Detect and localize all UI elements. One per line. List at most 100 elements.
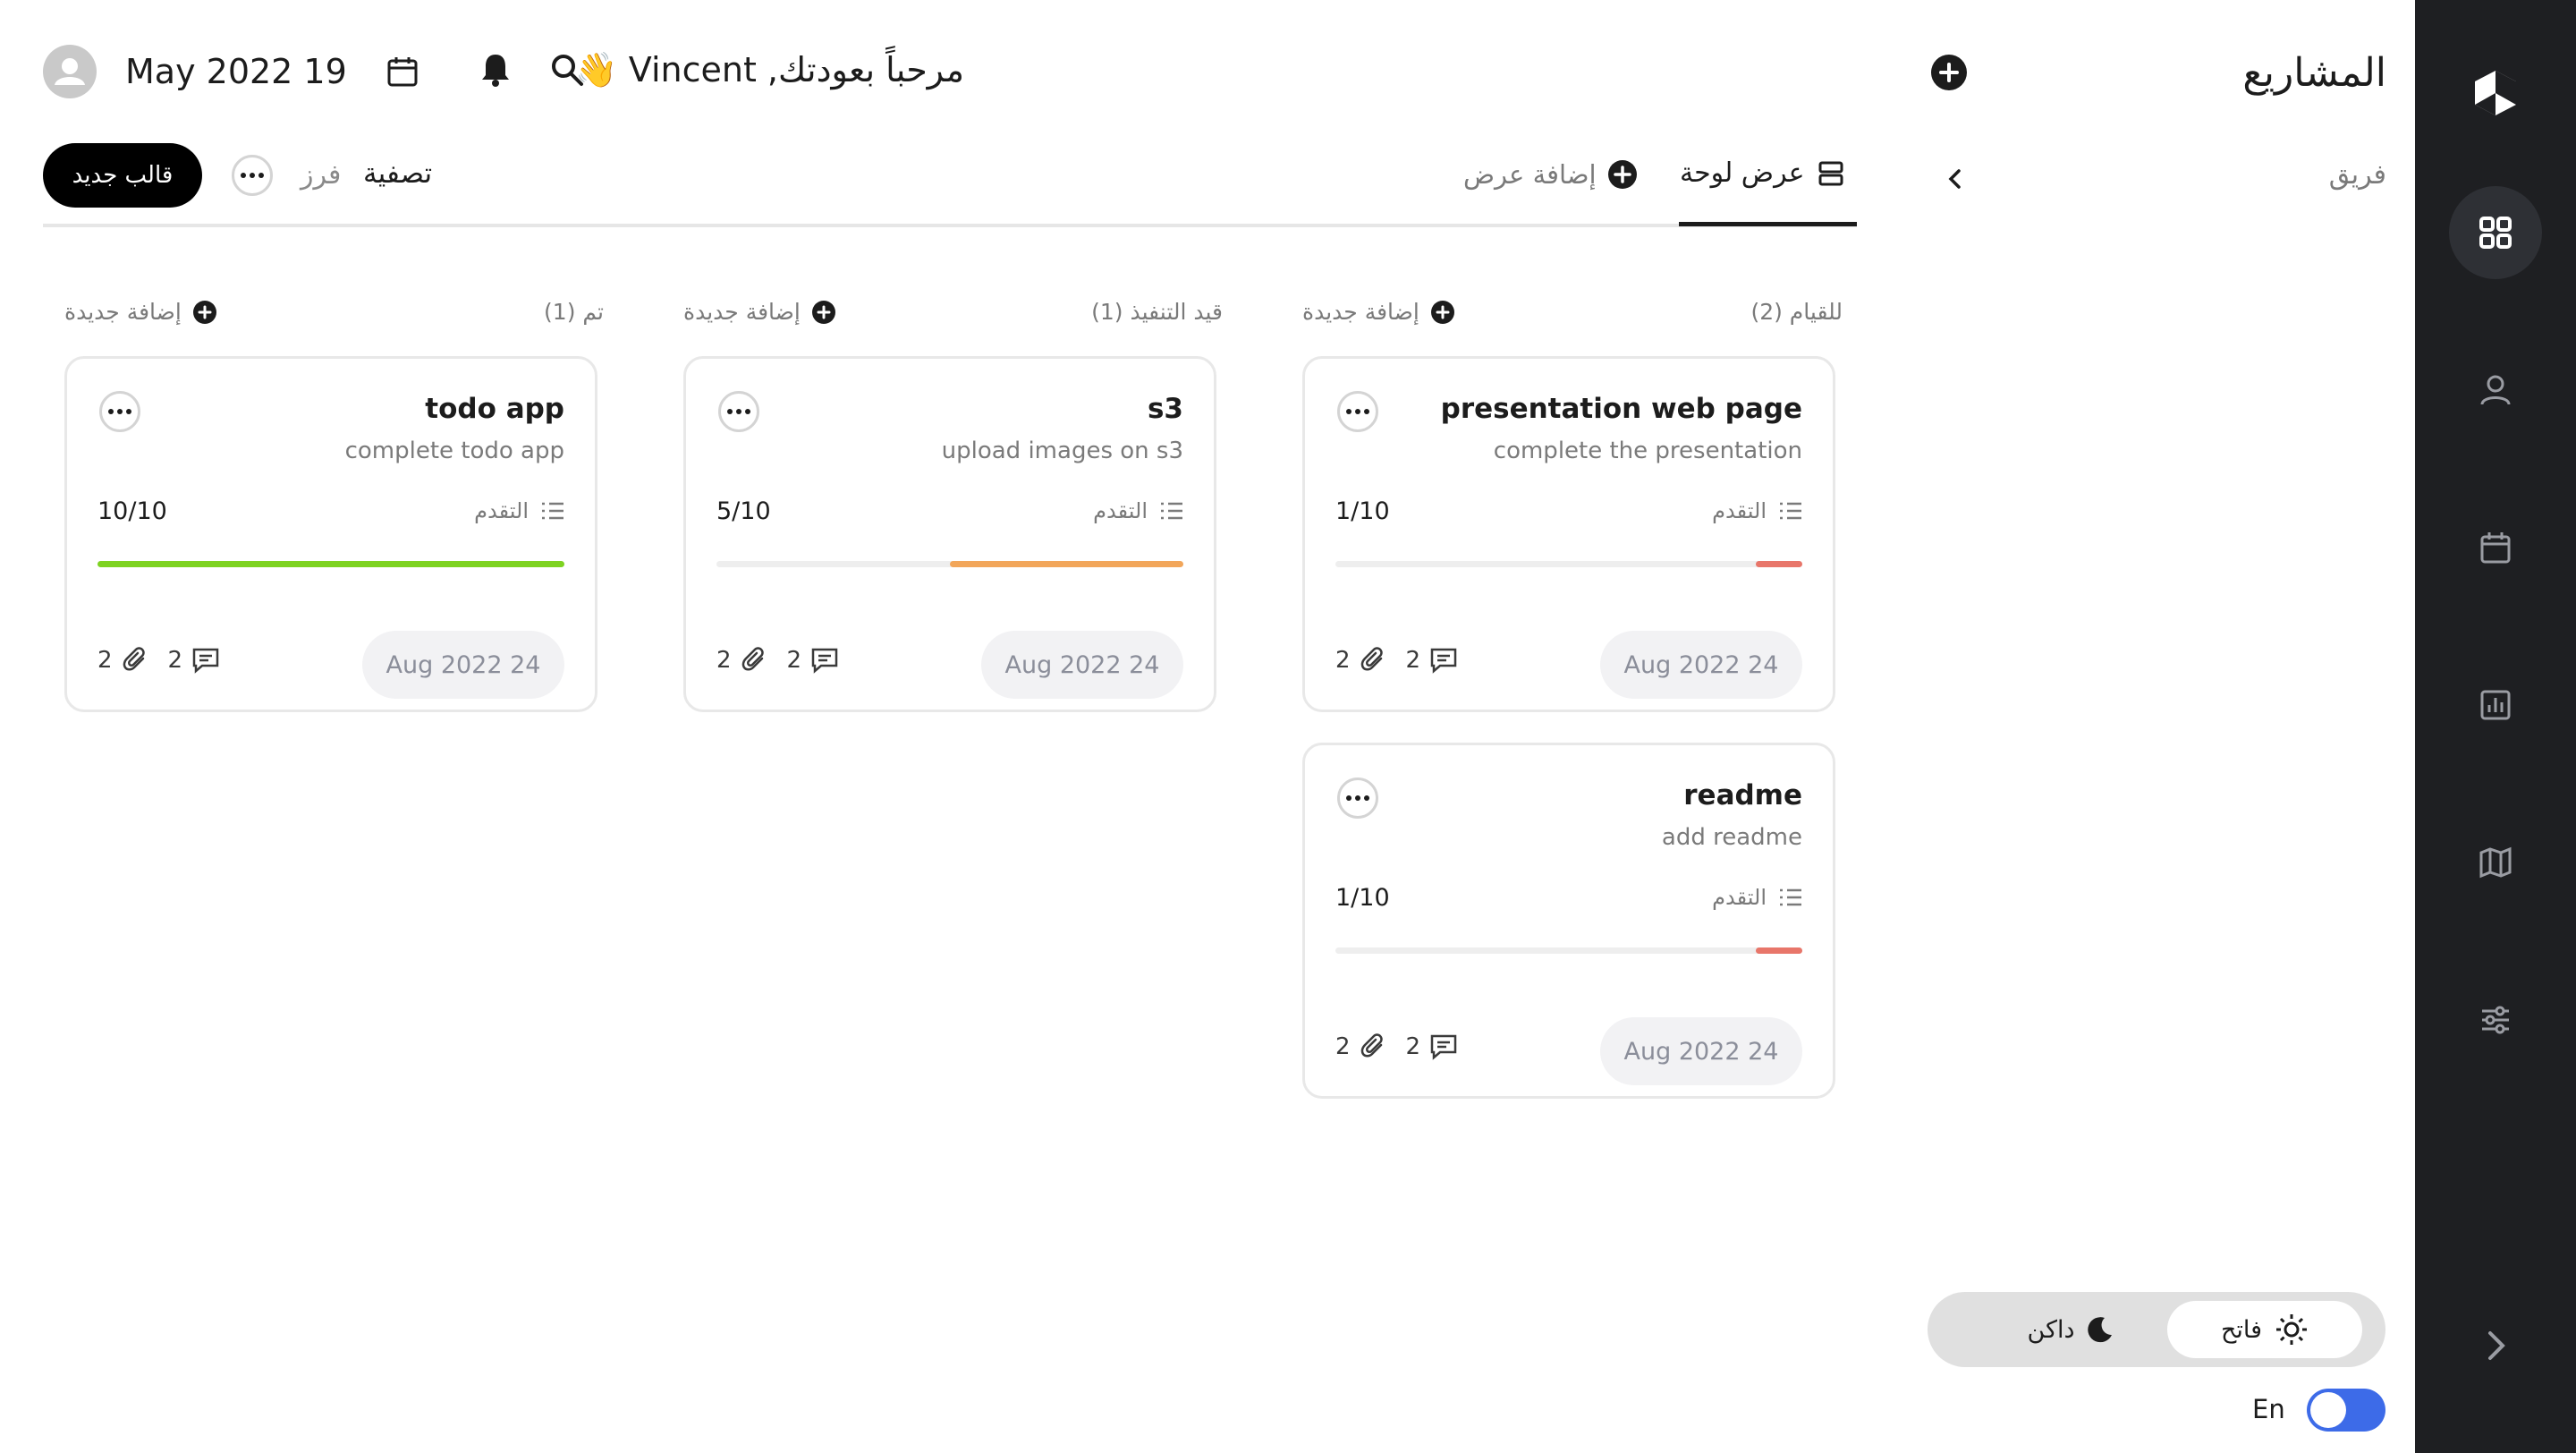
attachments-count[interactable]: 2 (716, 647, 767, 674)
new-template-button[interactable]: قالب جديد (43, 143, 202, 208)
add-view-button[interactable]: إضافة عرض (1463, 159, 1638, 190)
rail-dashboard-icon[interactable] (2449, 186, 2542, 279)
list-icon (1779, 501, 1802, 521)
attachments-count-value: 2 (716, 647, 732, 674)
column-add-new-label: إضافة جديدة (1302, 299, 1419, 325)
card-description: complete the presentation (1493, 438, 1802, 464)
add-view-label: إضافة عرض (1463, 159, 1597, 190)
card-title: readme (1683, 779, 1802, 811)
card-more-options-button[interactable] (718, 391, 759, 432)
tab-board-view[interactable]: عرض لوحة (1680, 157, 1844, 189)
column-add-new-button[interactable]: إضافة جديدة (1302, 299, 1455, 325)
rail-calendar-icon[interactable] (2449, 501, 2542, 594)
card-more-options-button[interactable] (99, 391, 140, 432)
comments-count[interactable]: 2 (1406, 647, 1459, 674)
progress-value: 1/10 (1335, 497, 1390, 525)
comments-count[interactable]: 2 (787, 647, 840, 674)
comments-count-value: 2 (786, 647, 802, 674)
comments-count[interactable]: 2 (1406, 1033, 1459, 1060)
progress-fill (1756, 947, 1802, 954)
progress-fill (950, 561, 1183, 567)
theme-light-option[interactable]: فاتح (2167, 1301, 2362, 1358)
comment-icon (191, 647, 220, 674)
progress-label: التقدم (1093, 498, 1148, 523)
card-description: add readme (1661, 824, 1802, 851)
active-tab-underline (1679, 222, 1857, 226)
card-more-options-button[interactable] (1337, 777, 1378, 819)
tab-board-view-label: عرض لوحة (1680, 157, 1805, 189)
comments-count-value: 2 (1405, 1033, 1421, 1060)
theme-light-label: فاتح (2220, 1315, 2263, 1344)
attachments-count[interactable]: 2 (1335, 1033, 1386, 1060)
current-date: May 2022 19 (125, 52, 347, 91)
navigation-rail (2415, 0, 2576, 1453)
app-logo[interactable] (2449, 47, 2542, 140)
due-date-badge: Aug 2022 24 (1600, 1017, 1802, 1085)
comment-icon (1429, 1033, 1458, 1060)
column-add-new-label: إضافة جديدة (683, 299, 801, 325)
notification-bell-icon[interactable] (476, 50, 515, 89)
card-more-options-button[interactable] (1337, 391, 1378, 432)
rail-map-icon[interactable] (2449, 816, 2542, 909)
paperclip-icon (741, 647, 767, 674)
language-toggle[interactable] (2307, 1389, 2385, 1432)
card-title: presentation web page (1440, 393, 1802, 425)
progress-value: 10/10 (97, 497, 167, 525)
comment-icon (1429, 647, 1458, 674)
progress-value: 1/10 (1335, 883, 1390, 912)
column-add-new-label: إضافة جديدة (64, 299, 182, 325)
list-icon (1160, 501, 1183, 521)
column-add-new-button[interactable]: إضافة جديدة (683, 299, 836, 325)
plus-circle-icon (1607, 159, 1638, 190)
task-card[interactable]: todo app complete todo app 10/10 التقدم … (64, 356, 597, 712)
paperclip-icon (1360, 1033, 1386, 1060)
progress-label: التقدم (1712, 498, 1767, 523)
comments-count[interactable]: 2 (168, 647, 221, 674)
progress-fill (1756, 561, 1802, 567)
task-card[interactable]: readme add readme 1/10 التقدم Aug 2022 2… (1302, 743, 1835, 1099)
projects-sidebar: المشاريع فريق فاتح داكن En (1914, 0, 2415, 1453)
rail-settings-icon[interactable] (2449, 973, 2542, 1066)
progress-label: التقدم (474, 498, 529, 523)
list-icon (541, 501, 564, 521)
attachments-count[interactable]: 2 (1335, 647, 1386, 674)
progress-fill (97, 561, 564, 567)
plus-circle-icon (1430, 300, 1455, 325)
attachments-count[interactable]: 2 (97, 647, 148, 674)
card-description: upload images on s3 (941, 438, 1183, 464)
comments-count-value: 2 (1405, 647, 1421, 674)
moon-icon (2085, 1315, 2114, 1344)
task-card[interactable]: presentation web page complete the prese… (1302, 356, 1835, 712)
card-description: complete todo app (344, 438, 564, 464)
chevron-left-icon[interactable] (1939, 163, 1971, 195)
calendar-icon[interactable] (383, 52, 422, 91)
card-title: s3 (1147, 393, 1183, 425)
theme-dark-label: داكن (2027, 1315, 2075, 1344)
sort-button[interactable]: فرز (301, 159, 341, 191)
sun-icon (2275, 1313, 2309, 1347)
user-avatar[interactable] (43, 45, 97, 98)
theme-switch: فاتح داكن (1928, 1292, 2385, 1367)
rail-expand-icon[interactable] (2449, 1299, 2542, 1392)
column-add-new-button[interactable]: إضافة جديدة (64, 299, 217, 325)
more-options-button[interactable] (232, 155, 273, 196)
rail-user-icon[interactable] (2449, 344, 2542, 437)
rail-chart-icon[interactable] (2449, 659, 2542, 752)
plus-circle-icon (192, 300, 217, 325)
paperclip-icon (122, 647, 148, 674)
sidebar-item-team[interactable]: فريق (2329, 159, 2386, 191)
add-project-icon[interactable] (1928, 52, 1970, 93)
due-date-badge: Aug 2022 24 (1600, 631, 1802, 699)
plus-circle-icon (811, 300, 836, 325)
due-date-badge: Aug 2022 24 (362, 631, 564, 699)
board-view-icon (1818, 160, 1844, 187)
list-icon (1779, 888, 1802, 907)
comments-count-value: 2 (167, 647, 183, 674)
language-label: En (2252, 1394, 2285, 1424)
filter-button[interactable]: تصفية (363, 157, 432, 190)
progress-label: التقدم (1712, 885, 1767, 910)
theme-dark-option[interactable]: داكن (1981, 1301, 2160, 1358)
welcome-greeting: مرحباً بعودتك, Vincent 👋 (575, 50, 964, 89)
task-card[interactable]: s3 upload images on s3 5/10 التقدم Aug 2… (683, 356, 1216, 712)
progress-value: 5/10 (716, 497, 771, 525)
